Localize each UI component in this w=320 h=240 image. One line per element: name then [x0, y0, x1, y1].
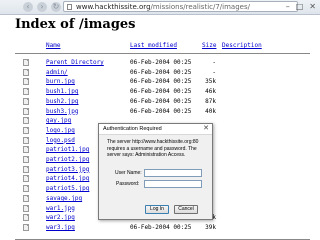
table-row: Parent Directory 06-Feb-2004 00:25 - [0, 59, 320, 67]
file-size: 40k [205, 107, 216, 115]
file-link[interactable]: patriot1.jpg [46, 146, 89, 153]
message-line: requires a username and password. The [107, 145, 197, 152]
file-link[interactable]: patriot5.jpg [46, 185, 89, 192]
dialog-title: Authentication Required [103, 126, 162, 132]
file-link[interactable]: war1.jpg [46, 205, 75, 212]
file-date: 06-Feb-2004 00:25 [130, 68, 192, 76]
url-host: www.hackthissite.org [76, 3, 151, 11]
cancel-button[interactable]: Cancel [174, 205, 198, 214]
password-field[interactable] [144, 180, 202, 188]
dialog-titlebar: Authentication Required ✕ [99, 124, 212, 135]
file-size: 39k [205, 223, 216, 231]
file-size: 35k [205, 78, 216, 86]
file-icon [23, 97, 29, 105]
table-row: admin/06-Feb-2004 00:25 - [0, 68, 320, 77]
auth-dialog: Authentication Required ✕ The server htt… [98, 123, 213, 220]
address-bar[interactable]: www.hackthissite.org/missions/realistic/… [63, 1, 298, 12]
minimize-button[interactable]: – [286, 2, 290, 11]
table-row: bush2.jpg 06-Feb-2004 00:25 87k [0, 97, 320, 106]
file-icon [23, 78, 29, 86]
file-link[interactable]: logo.psd [46, 137, 75, 144]
file-date: 06-Feb-2004 00:25 [130, 107, 192, 115]
listing-header: Name Last modified Size Description [0, 40, 320, 49]
message-line: server says: Administration Access. [107, 152, 186, 159]
sort-by-size-link[interactable]: Size [202, 42, 216, 49]
window-controls: – □ ✕ [280, 2, 316, 12]
sort-by-description-link[interactable]: Description [222, 42, 262, 49]
file-date: 06-Feb-2004 00:25 [130, 88, 192, 96]
table-row: bush1.jpg 06-Feb-2004 00:25 46k [0, 88, 320, 96]
page-icon [67, 4, 72, 10]
file-link[interactable]: patriot3.jpg [46, 166, 89, 173]
file-icon [23, 175, 29, 183]
file-link[interactable]: patriot2.jpg [46, 156, 89, 163]
reload-icon[interactable]: ↻ [51, 2, 61, 12]
file-size: 46k [205, 88, 216, 96]
back-arrow-icon[interactable]: ‹ [23, 2, 33, 12]
file-link[interactable]: savage.jpg [46, 195, 82, 202]
file-date: 06-Feb-2004 00:25 [130, 223, 192, 231]
file-icon [23, 68, 29, 76]
username-field[interactable] [144, 169, 202, 177]
sort-by-date-link[interactable]: Last modified [130, 42, 177, 49]
file-link[interactable]: burn.jpg [46, 78, 75, 85]
close-window-button[interactable]: ✕ [309, 2, 316, 11]
file-size: 87k [205, 97, 216, 105]
password-label: Password: [116, 181, 140, 187]
file-link[interactable]: Parent Directory [46, 59, 104, 66]
file-icon [23, 165, 29, 173]
file-link[interactable]: war3.jpg [46, 224, 75, 231]
file-size: - [212, 59, 216, 66]
sort-by-name-link[interactable]: Name [46, 42, 60, 49]
file-icon [23, 204, 29, 212]
table-row: war3.jpg 06-Feb-2004 00:25 39k [0, 223, 320, 232]
close-icon[interactable]: ✕ [203, 124, 209, 133]
file-date: 06-Feb-2004 00:25 [130, 97, 192, 105]
file-icon [23, 185, 29, 193]
table-row: bush3.jpg 06-Feb-2004 00:25 40k [0, 107, 320, 116]
file-icon [23, 136, 29, 144]
file-icon [23, 223, 29, 231]
file-link[interactable]: admin/ [46, 69, 68, 76]
file-link[interactable]: gay.jpg [46, 117, 71, 124]
file-link[interactable]: bush1.jpg [46, 88, 79, 95]
divider [15, 53, 310, 54]
url-path: /missions/realistic/7/images/ [150, 3, 250, 11]
page-title: Index of /images [15, 17, 136, 32]
file-icon [23, 126, 29, 134]
file-link[interactable]: war2.jpg [46, 214, 75, 221]
file-icon [23, 214, 29, 222]
file-size: - [212, 68, 216, 76]
file-link[interactable]: patriot4.jpg [46, 175, 89, 182]
login-button[interactable]: Log In [145, 205, 169, 214]
forward-arrow-icon[interactable]: › [37, 2, 47, 12]
file-icon [23, 146, 29, 154]
file-link[interactable]: logo.jpg [46, 127, 75, 134]
maximize-button[interactable]: □ [296, 2, 304, 11]
username-label: User Name: [115, 170, 142, 176]
url-text: www.hackthissite.org/missions/realistic/… [76, 2, 250, 12]
message-line: The server http://www.hackthissite.org:8… [107, 139, 199, 145]
file-link[interactable]: bush2.jpg [46, 98, 79, 105]
browser-toolbar: ‹ › ↻ www.hackthissite.org/missions/real… [0, 0, 320, 15]
file-icon [23, 156, 29, 163]
file-icon [23, 107, 29, 115]
dialog-message: The server http://www.hackthissite.org:8… [107, 139, 209, 159]
file-date: 06-Feb-2004 00:25 [130, 59, 192, 66]
file-date: 06-Feb-2004 00:25 [130, 78, 192, 86]
file-link[interactable]: bush3.jpg [46, 108, 79, 115]
file-icon [23, 88, 29, 96]
file-icon [23, 117, 29, 125]
table-row: burn.jpg 06-Feb-2004 00:25 35k [0, 78, 320, 86]
file-icon [23, 194, 29, 202]
back-folder-icon [23, 59, 29, 66]
